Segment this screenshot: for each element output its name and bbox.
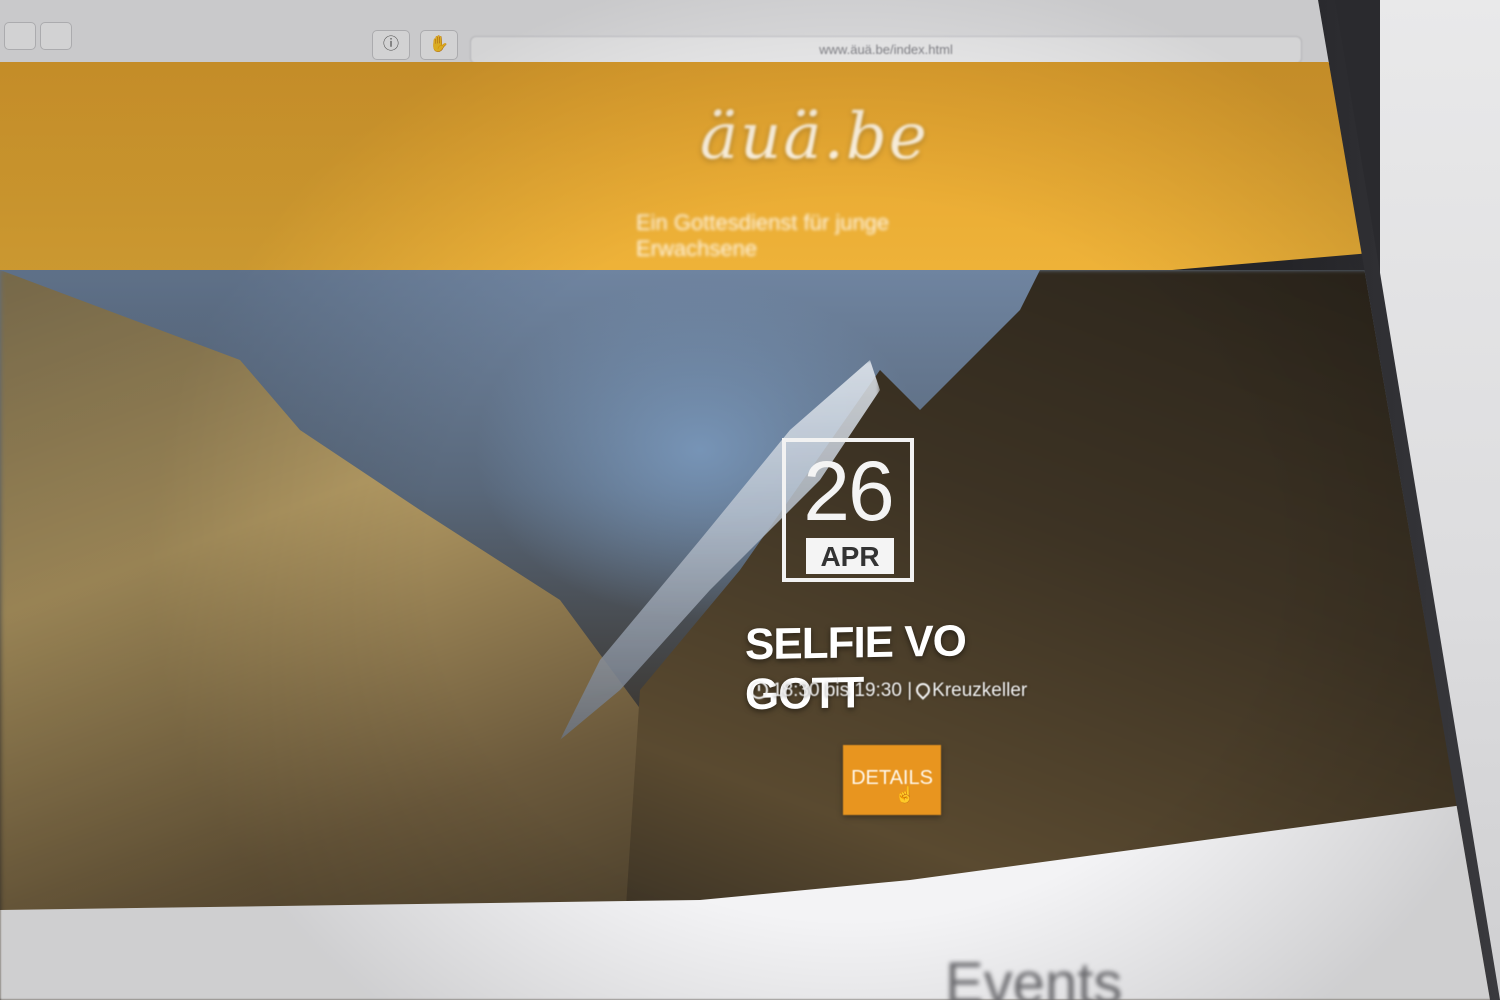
clock-icon [750,681,768,699]
back-button[interactable] [4,22,36,50]
browser-toolbar: ⓘ ✋ www.äuä.be/index.html [0,0,1490,64]
event-location: Kreuzkeller [932,680,1028,701]
events-heading: Events [945,951,1123,1000]
site-tagline: Ein Gottesdienst für junge Erwachsene [636,210,890,261]
event-date-box: 26 APR [782,438,914,582]
shield-icon[interactable]: ✋ [420,30,458,60]
hand-cursor-icon: ☝ [895,787,915,804]
address-bar[interactable]: www.äuä.be/index.html [470,36,1302,64]
meta-separator: | [907,680,913,701]
site-logo[interactable]: äuä.be [700,100,927,174]
browser-screen: ⓘ ✋ www.äuä.be/index.html äuä.be Ein Got… [0,0,1490,1000]
event-day: 26 [803,444,894,538]
event-title: SELFIE VO GOTT [745,616,966,720]
event-meta: 18:30 bis 19:30 | Kreuzkeller [750,680,1027,702]
site-header [0,62,1490,300]
event-time: 18:30 bis 19:30 [772,680,902,701]
event-month: APR [806,538,894,574]
details-button[interactable]: DETAILS [843,745,941,815]
forward-button[interactable] [40,22,72,50]
info-icon[interactable]: ⓘ [372,30,410,60]
map-pin-icon [913,680,934,700]
